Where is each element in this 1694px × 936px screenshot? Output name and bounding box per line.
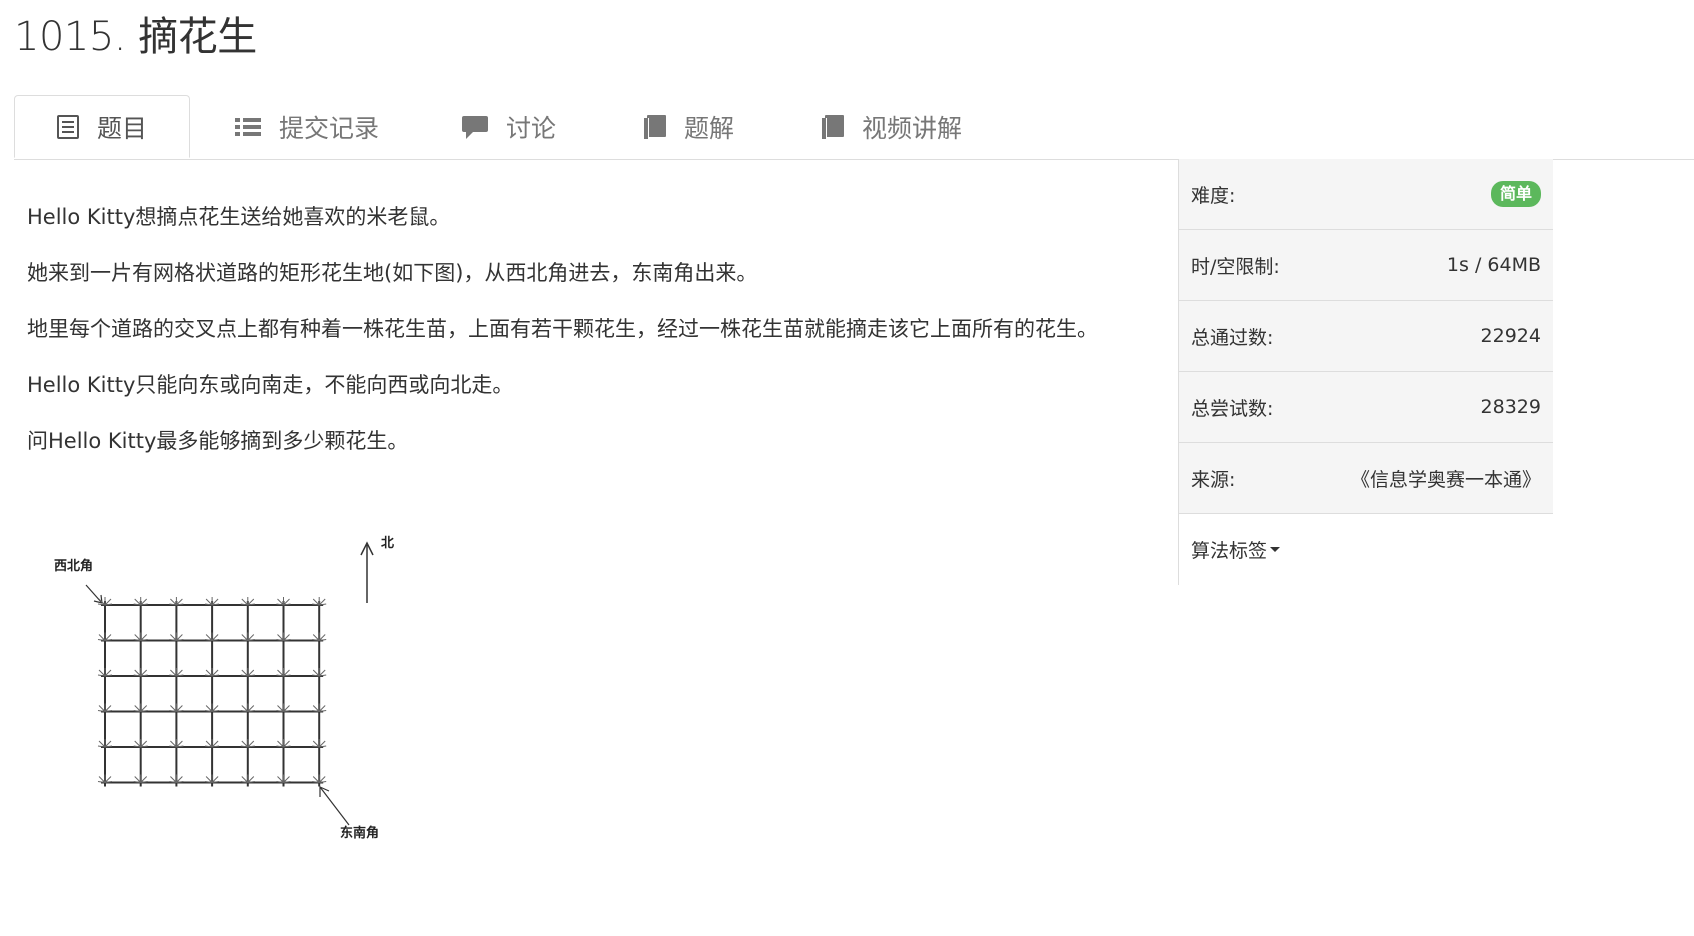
- peanut-plant: [205, 668, 220, 677]
- accepted-label: 总通过数:: [1191, 326, 1274, 349]
- tab-problem[interactable]: 题目: [14, 95, 190, 158]
- tab-label: 提交记录: [279, 113, 380, 143]
- limit-value: 1s / 64MB: [1446, 254, 1541, 276]
- limit-label: 时/空限制:: [1191, 255, 1280, 278]
- peanut-plant: [240, 597, 255, 606]
- label-north: 北: [381, 536, 394, 551]
- difficulty-badge: 简单: [1490, 181, 1541, 207]
- peanut-plant: [205, 739, 220, 748]
- problem-info-panel: 难度: 简单 时/空限制: 1s / 64MB 总通过数: 22924 总尝试数…: [1178, 159, 1553, 585]
- peanut-plant: [133, 739, 148, 748]
- peanut-plant: [240, 774, 255, 783]
- peanut-plant: [240, 703, 255, 712]
- attempts-value: 28329: [1480, 396, 1541, 418]
- tab-discussion[interactable]: 讨论: [462, 95, 556, 158]
- book-icon: [822, 114, 844, 139]
- comment-icon: [462, 115, 488, 139]
- se-pointer: [319, 786, 350, 826]
- peanut-plant: [133, 668, 148, 677]
- source-value[interactable]: 《信息学奥赛一本通》: [1351, 465, 1541, 492]
- peanut-plant: [97, 739, 113, 748]
- accepted-row: 总通过数: 22924: [1179, 301, 1553, 372]
- grid-diagram: 西北角 北 东南角: [54, 536, 394, 841]
- peanut-plant: [276, 774, 291, 783]
- problem-paragraph: 地里每个道路的交叉点上都有种着一株花生苗，上面有若干颗花生，经过一株花生苗就能摘…: [27, 317, 1098, 341]
- difficulty-label: 难度:: [1191, 184, 1236, 207]
- peanut-plant: [205, 597, 220, 606]
- peanut-plant: [133, 597, 148, 606]
- limit-row: 时/空限制: 1s / 64MB: [1179, 230, 1553, 301]
- peanut-field-figure: 西北角 北 东南角: [44, 525, 414, 855]
- peanut-plant: [169, 703, 184, 712]
- tab-video[interactable]: 视频讲解: [822, 95, 962, 158]
- tab-label: 讨论: [506, 113, 557, 143]
- peanut-plant: [240, 668, 255, 677]
- grid-lines: [101, 601, 324, 787]
- accepted-value: 22924: [1480, 325, 1541, 347]
- peanut-plant: [133, 703, 148, 712]
- peanut-plant: [169, 668, 184, 677]
- problem-paragraph: 问Hello Kitty最多能够摘到多少颗花生。: [27, 429, 409, 453]
- list-icon: [235, 116, 261, 138]
- label-northwest: 西北角: [54, 558, 93, 574]
- peanut-plant: [312, 668, 327, 677]
- peanut-plant: [312, 703, 327, 712]
- label-southeast: 东南角: [340, 825, 379, 841]
- peanut-plant: [97, 703, 113, 712]
- caret-down-icon: [1270, 547, 1281, 552]
- peanut-plant: [133, 774, 148, 783]
- peanut-plant: [276, 668, 291, 677]
- peanut-plant: [205, 703, 220, 712]
- source-label: 来源:: [1191, 468, 1236, 491]
- peanut-plant: [276, 597, 291, 606]
- peanut-plant: [97, 668, 113, 677]
- tab-label: 题解: [684, 113, 735, 143]
- algorithm-tags-toggle[interactable]: 算法标签: [1179, 514, 1553, 585]
- problem-paragraph: Hello Kitty想摘点花生送给她喜欢的米老鼠。: [27, 205, 451, 229]
- peanut-plant: [169, 632, 184, 641]
- peanut-plant: [276, 703, 291, 712]
- tab-bar: 题目 提交记录 讨论 题解 视频讲解: [14, 95, 1694, 160]
- peanut-plant: [133, 632, 148, 641]
- peanut-plant: [240, 632, 255, 641]
- peanut-plant: [312, 774, 327, 783]
- attempts-label: 总尝试数:: [1191, 397, 1274, 420]
- problem-paragraph: Hello Kitty只能向东或向南走，不能向西或向北走。: [27, 373, 514, 397]
- difficulty-row: 难度: 简单: [1179, 159, 1553, 230]
- peanut-plant: [276, 632, 291, 641]
- tab-label: 题目: [97, 113, 148, 143]
- peanut-plant: [169, 739, 184, 748]
- page-title: 1015. 摘花生: [14, 14, 257, 60]
- peanut-plant: [205, 632, 220, 641]
- peanut-plant: [97, 774, 113, 783]
- tab-submissions[interactable]: 提交记录: [235, 95, 379, 158]
- peanut-plant: [312, 632, 327, 641]
- source-row: 来源: 《信息学奥赛一本通》: [1179, 443, 1553, 514]
- attempts-row: 总尝试数: 28329: [1179, 372, 1553, 443]
- tab-label: 视频讲解: [862, 113, 963, 143]
- peanut-plant: [240, 739, 255, 748]
- list-alt-icon: [57, 114, 79, 139]
- peanut-plant: [312, 739, 327, 748]
- tags-label: 算法标签: [1191, 540, 1268, 562]
- peanut-plant: [169, 774, 184, 783]
- problem-description: Hello Kitty想摘点花生送给她喜欢的米老鼠。 她来到一片有网格状道路的矩…: [27, 200, 1127, 480]
- peanut-plant: [312, 597, 327, 606]
- peanut-plant: [205, 774, 220, 783]
- problem-paragraph: 她来到一片有网格状道路的矩形花生地(如下图)，从西北角进去，东南角出来。: [27, 261, 758, 285]
- peanut-plant: [169, 597, 184, 606]
- peanut-plant: [276, 739, 291, 748]
- tab-solutions[interactable]: 题解: [644, 95, 734, 158]
- book-icon: [644, 114, 666, 139]
- peanut-plant: [97, 632, 113, 641]
